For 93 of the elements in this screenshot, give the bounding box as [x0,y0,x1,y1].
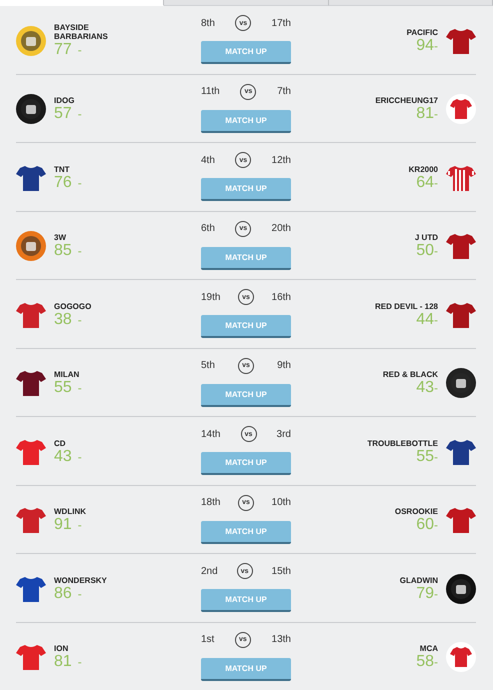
team-score: 44 [416,310,434,328]
team-rank: 1st [201,634,214,646]
score-trend: - [78,107,82,122]
team-name: WONDERSKY [54,576,107,585]
team-rank: 15th [272,566,291,577]
tab[interactable] [164,0,329,6]
team-name: RED DEVIL - 128 [375,302,438,311]
team-name: MILAN [54,370,80,380]
team-name: TNT [54,164,70,174]
score-trend: - [434,176,438,190]
team-name: BAYSIDE BARBARIANS [54,23,109,42]
team-rank: 18th [201,497,220,508]
team-score: 79 [416,584,434,602]
team-score: 55 [54,379,72,396]
team-rank: 2nd [201,566,218,577]
match-up-button[interactable]: MATCH UP [201,589,291,612]
team-score: 57 [54,105,72,122]
score-trend: - [78,244,82,258]
team-rank: 4th [201,154,215,166]
team-name: J UTD [414,233,438,242]
team-name: RED & BLACK [382,370,438,380]
tab[interactable] [0,0,164,6]
match-up-button[interactable]: MATCH UP [201,246,291,270]
team-rank: 14th [201,428,220,440]
team-name: 3W [54,233,66,242]
team-rank: 11th [201,86,220,98]
team-score: 77 [54,41,72,58]
score-trend: - [434,655,438,670]
match-up-button[interactable]: MATCH UP [201,41,291,64]
team-name: CD [54,438,66,448]
match-up-button[interactable]: MATCH UP [201,658,291,681]
team-score: 50 [416,242,434,260]
team-score: 81 [54,653,72,670]
team-score: 91 [54,516,72,534]
score-trend: - [78,450,82,464]
match-up-button[interactable]: MATCH UP [201,178,291,202]
team-score: 58 [416,653,434,670]
team-rank: 19th [201,292,220,303]
tab[interactable] [328,0,493,6]
team-score: 76 [54,174,72,191]
match-up-button[interactable]: MATCH UP [201,520,291,544]
score-trend: - [434,244,438,258]
team-score: 60 [416,516,434,534]
team-name: WDLINK [54,507,86,516]
score-trend: - [434,312,438,327]
team-score: 94 [416,36,434,54]
score-trend: - [78,43,82,58]
team-rank: 9th [277,360,291,372]
score-trend: - [78,586,82,601]
score-trend: - [78,312,82,327]
team-score: 64 [416,174,434,191]
team-rank: 20th [272,223,291,234]
team-rank: 6th [201,223,215,234]
match-up-button[interactable]: MATCH UP [201,315,291,338]
team-rank: 5th [201,360,215,372]
score-trend: - [78,518,82,532]
team-name: GOGOGO [54,302,92,311]
match-up-button[interactable]: MATCH UP [201,110,291,133]
team-rank: 16th [272,292,291,303]
team-name: TROUBLEBOTTLE [367,438,438,448]
team-name: OSROOKIE [394,507,438,516]
team-rank: 8th [201,18,215,29]
team-score: 85 [54,242,72,260]
team-score: 43 [416,379,434,396]
score-trend: - [434,518,438,532]
team-rank: 7th [277,86,291,98]
team-rank: 10th [272,497,291,508]
team-name: ION [54,644,68,654]
score-trend: - [78,176,82,190]
team-name: ERICCHEUNG17 [375,96,438,106]
match-up-button[interactable]: MATCH UP [201,384,291,407]
score-trend: - [434,107,438,122]
team-score: 81 [416,105,434,122]
team-rank: 3rd [276,428,291,440]
score-trend: - [78,655,82,670]
score-trend: - [434,381,438,396]
score-trend: - [434,450,438,464]
team-score: 55 [416,448,434,465]
team-score: 38 [54,310,72,328]
team-score: 43 [54,448,72,465]
team-name: MCA [420,644,438,654]
team-rank: 13th [272,634,291,646]
team-name: PACIFIC [406,28,438,37]
score-trend: - [78,381,82,396]
team-rank: 12th [272,154,291,166]
score-trend: - [434,586,438,601]
team-name: KR2000 [408,164,438,174]
team-name: GLADWIN [400,576,438,585]
team-score: 86 [54,584,72,602]
team-rank: 17th [272,18,291,29]
match-up-button[interactable]: MATCH UP [201,452,291,476]
score-trend: - [434,38,438,53]
team-name: IDOG [54,96,74,106]
